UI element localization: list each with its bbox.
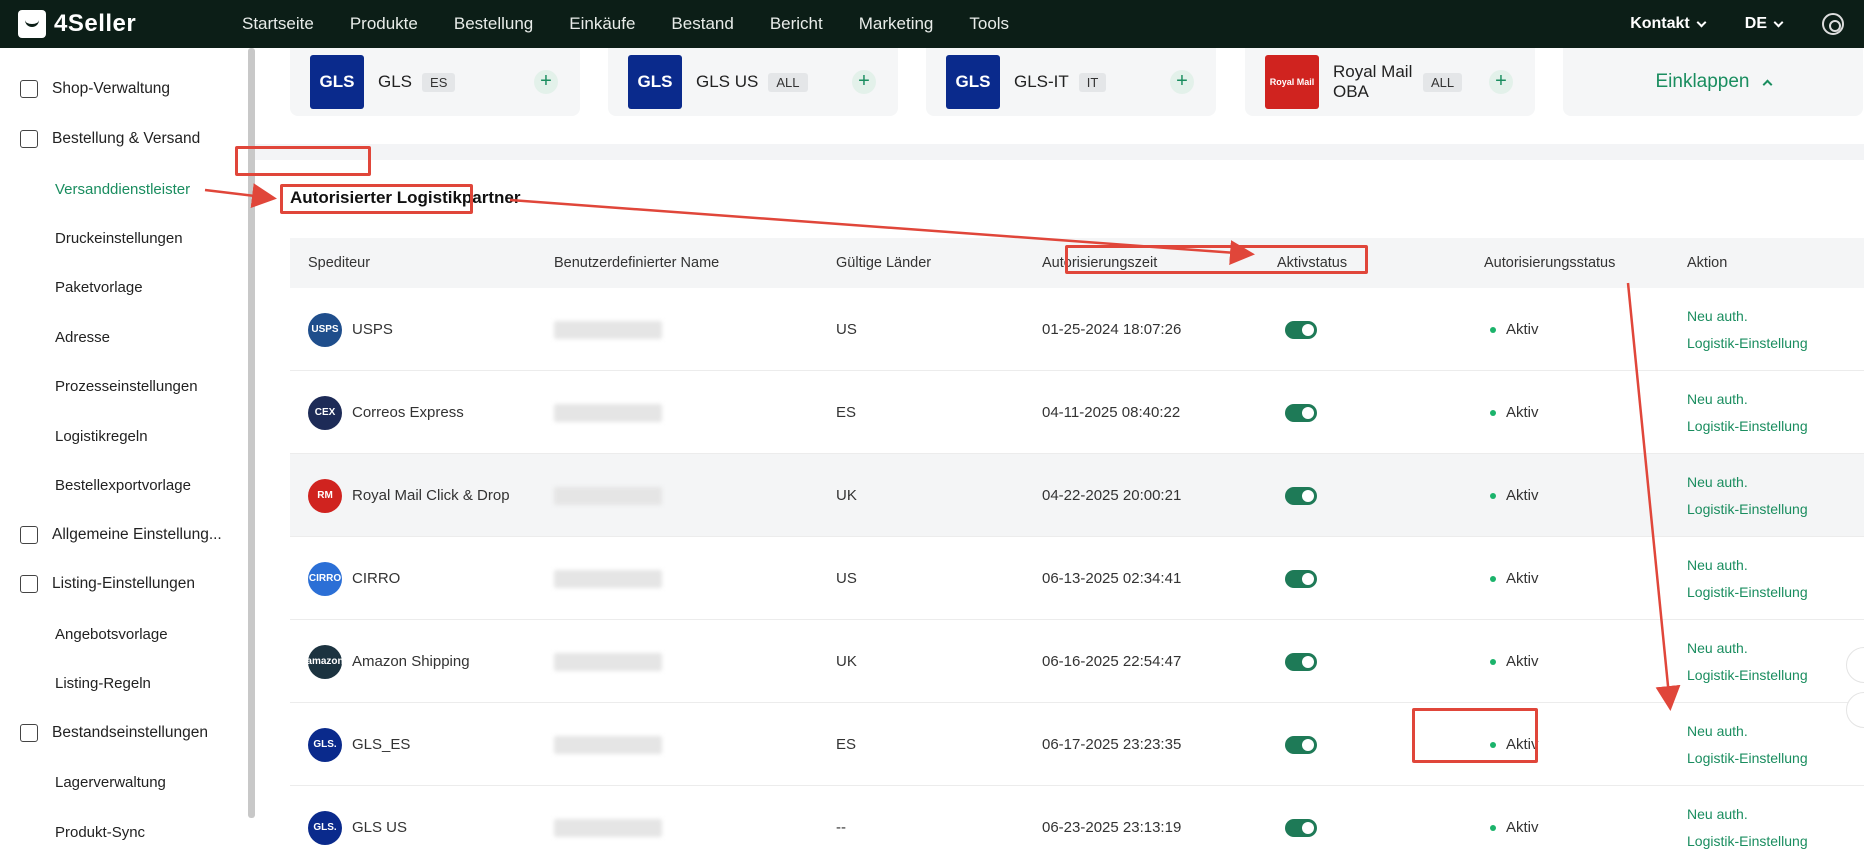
main-content: GLS GLS ES + GLS GLS US ALL + GLS GLS-IT…: [204, 48, 1864, 862]
annotation-arrows: [204, 183, 1681, 711]
arrow-to-title: [204, 183, 277, 209]
arrow-to-action: [1626, 282, 1681, 711]
arrow-to-status-columns: [509, 198, 1255, 266]
